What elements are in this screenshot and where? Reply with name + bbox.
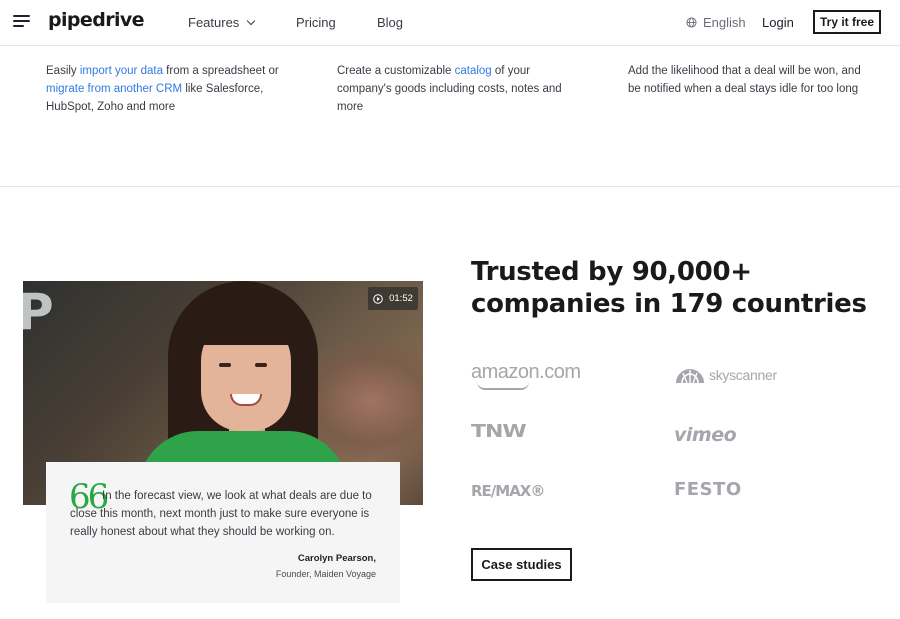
globe-icon bbox=[686, 17, 697, 28]
import-your-data-link[interactable]: import your data bbox=[80, 65, 163, 77]
amazon-logo-text: amazon.com bbox=[471, 361, 581, 383]
migrate-crm-link[interactable]: migrate from another CRM bbox=[46, 83, 182, 95]
top-navigation-bar: pipedrive Features Pricing Blog English … bbox=[0, 0, 900, 46]
try-it-free-button[interactable]: Try it free bbox=[813, 10, 881, 34]
video-person-bangs bbox=[193, 299, 297, 345]
remax-logo: RE/MAX® bbox=[471, 482, 545, 500]
testimonial-author: Carolyn Pearson, bbox=[297, 553, 376, 564]
nav-features-label: Features bbox=[188, 15, 240, 30]
pipedrive-logo[interactable]: pipedrive bbox=[48, 9, 145, 31]
feature-text: Create a customizable bbox=[337, 65, 455, 77]
video-duration: 01:52 bbox=[389, 293, 413, 304]
tnw-logo: TNW bbox=[471, 422, 527, 442]
language-label: English bbox=[703, 15, 746, 30]
hamburger-menu-icon[interactable] bbox=[13, 15, 30, 28]
skyscanner-logo-text: skyscanner bbox=[709, 367, 777, 383]
trusted-heading: Trusted by 90,000+ companies in 179 coun… bbox=[471, 257, 867, 319]
testimonial-role: Founder, Maiden Voyage bbox=[275, 569, 376, 579]
testimonial-text: In the forecast view, we look at what de… bbox=[70, 490, 372, 538]
video-person-eye bbox=[219, 363, 231, 367]
video-person-eye bbox=[255, 363, 267, 367]
skyscanner-cloud-icon bbox=[676, 369, 704, 384]
feature-catalog-description: Create a customizable catalog of your co… bbox=[337, 63, 567, 116]
background-logo-letter: P bbox=[23, 283, 54, 341]
festo-logo: FESTO bbox=[674, 479, 742, 500]
feature-text: from a spreadsheet or bbox=[162, 65, 279, 77]
section-divider bbox=[0, 186, 900, 187]
nav-pricing[interactable]: Pricing bbox=[296, 15, 336, 30]
video-duration-badge[interactable]: 01:52 bbox=[368, 287, 418, 310]
feature-text: Add the likelihood that a deal will be w… bbox=[628, 65, 861, 95]
login-link[interactable]: Login bbox=[762, 15, 794, 30]
amazon-logo: amazon.com bbox=[471, 361, 581, 390]
case-studies-button[interactable]: Case studies bbox=[471, 548, 572, 581]
skyscanner-logo: skyscanner bbox=[674, 366, 777, 384]
testimonial-quote-card: 66 In the forecast view, we look at what… bbox=[46, 462, 400, 603]
chevron-down-icon bbox=[247, 16, 256, 26]
language-selector[interactable]: English bbox=[686, 15, 746, 30]
feature-probability-description: Add the likelihood that a deal will be w… bbox=[628, 63, 868, 99]
vimeo-logo: vimeo bbox=[674, 424, 737, 446]
amazon-smile-icon bbox=[477, 382, 529, 390]
nav-features[interactable]: Features bbox=[188, 15, 256, 30]
catalog-link[interactable]: catalog bbox=[455, 65, 492, 77]
play-icon bbox=[373, 293, 383, 304]
feature-text: Easily bbox=[46, 65, 80, 77]
nav-blog[interactable]: Blog bbox=[377, 15, 403, 30]
feature-import-description: Easily import your data from a spreadshe… bbox=[46, 63, 286, 116]
